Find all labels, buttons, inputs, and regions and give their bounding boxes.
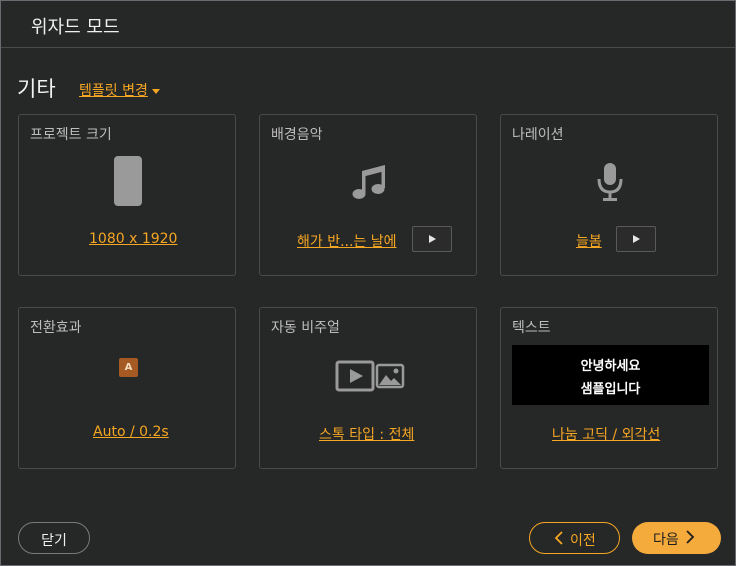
auto-visual-link[interactable]: 스톡 타입 : 전체 xyxy=(319,424,414,444)
phone-portrait-icon xyxy=(114,156,142,206)
section-title: 기타 xyxy=(17,77,56,101)
text-title: 텍스트 xyxy=(512,320,551,336)
chevron-left-icon xyxy=(554,531,563,545)
close-button-label: 닫기 xyxy=(41,533,67,549)
change-template-link[interactable]: 템플릿 변경 xyxy=(79,80,160,100)
auto-visual-title: 자동 비주얼 xyxy=(271,320,340,336)
auto-visual-card: 자동 비주얼 스톡 타입 : 전체 xyxy=(259,307,477,469)
transition-link[interactable]: Auto / 0.2s xyxy=(93,424,169,440)
microphone-icon xyxy=(597,163,623,201)
bgm-card: 배경음악 해가 반...는 날에 xyxy=(259,114,477,276)
text-preview-line1: 안녕하세요 xyxy=(580,359,641,374)
prev-button[interactable]: 이전 xyxy=(529,522,620,554)
narration-title: 나레이션 xyxy=(512,127,564,143)
project-size-title: 프로젝트 크기 xyxy=(30,127,112,143)
text-style-link[interactable]: 나눔 고딕 / 외각선 xyxy=(552,424,660,444)
wizard-dialog: 위자드 모드 기타 템플릿 변경 프로젝트 크기 1080 x 1920 배경음… xyxy=(0,0,736,566)
change-template-label: 템플릿 변경 xyxy=(79,83,148,99)
project-size-card: 프로젝트 크기 1080 x 1920 xyxy=(18,114,236,276)
caret-down-icon xyxy=(151,88,160,94)
narration-card: 나레이션 늘봄 xyxy=(500,114,718,276)
bgm-play-button[interactable] xyxy=(412,226,452,252)
next-button-label: 다음 xyxy=(653,532,679,548)
next-button[interactable]: 다음 xyxy=(632,522,721,554)
bgm-title: 배경음악 xyxy=(271,127,323,143)
text-preview-line2: 샘플입니다 xyxy=(580,382,641,397)
play-icon xyxy=(429,235,436,243)
chevron-right-icon xyxy=(686,530,695,544)
video-image-icon xyxy=(335,360,405,392)
narration-play-button[interactable] xyxy=(616,226,656,252)
music-note-icon xyxy=(352,165,385,199)
transition-card: 전환효과 A Auto / 0.2s xyxy=(18,307,236,469)
transition-effect-icon: A xyxy=(119,358,138,377)
close-button[interactable]: 닫기 xyxy=(18,522,90,554)
bgm-link[interactable]: 해가 반...는 날에 xyxy=(297,231,397,251)
window-title: 위자드 모드 xyxy=(31,17,120,38)
text-card: 텍스트 안녕하세요 샘플입니다 나눔 고딕 / 외각선 xyxy=(500,307,718,469)
transition-title: 전환효과 xyxy=(30,320,82,336)
project-size-link[interactable]: 1080 x 1920 xyxy=(89,231,177,247)
play-icon xyxy=(633,235,640,243)
prev-button-label: 이전 xyxy=(570,533,596,549)
title-bar: 위자드 모드 xyxy=(1,1,735,48)
narration-link[interactable]: 늘봄 xyxy=(576,231,602,251)
text-preview: 안녕하세요 샘플입니다 xyxy=(512,345,709,405)
